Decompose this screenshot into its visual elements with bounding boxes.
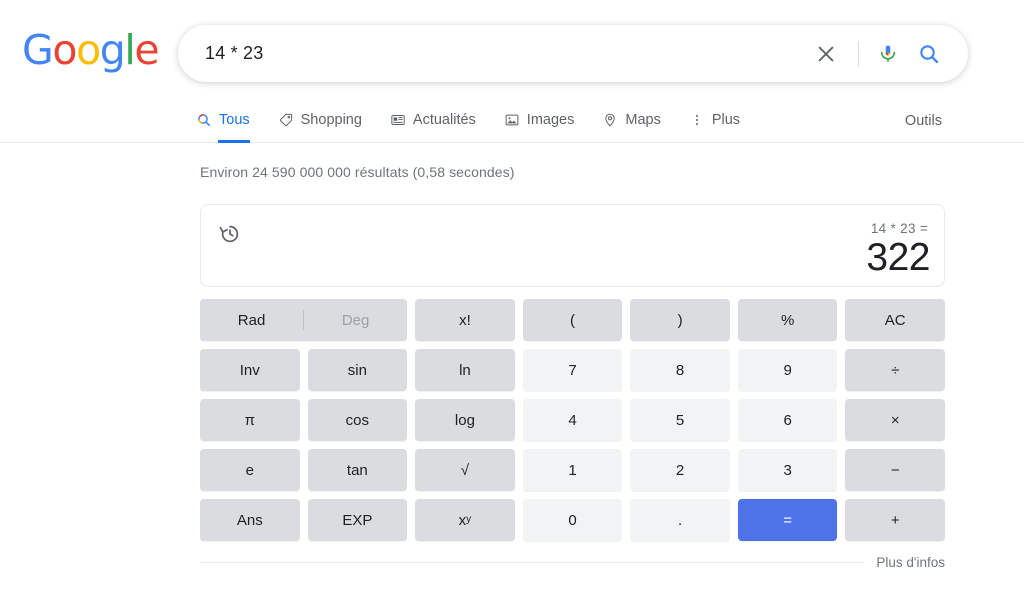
map-pin-icon <box>602 112 618 132</box>
calc-key-ln[interactable]: ln <box>415 349 515 391</box>
news-icon <box>390 112 406 132</box>
calc-key-multiply[interactable]: × <box>845 399 945 441</box>
calc-key-equals[interactable]: = <box>737 499 838 541</box>
calc-key-inv[interactable]: Inv <box>200 349 300 391</box>
calc-key-paren-open[interactable]: ( <box>522 299 623 341</box>
search-nav-bar: Tous Shopping Actualités Images Maps Plu… <box>0 100 1024 143</box>
calc-key-exp[interactable]: EXP <box>307 499 408 541</box>
tools-button[interactable]: Outils <box>905 100 942 143</box>
calc-key-power[interactable]: xy <box>415 499 515 541</box>
mode-deg-option[interactable]: Deg <box>304 299 407 341</box>
calculator-display: 14 * 23 = 322 <box>200 204 945 287</box>
calc-key-ans[interactable]: Ans <box>200 499 300 541</box>
tab-tous[interactable]: Tous <box>196 100 250 143</box>
logo-letter-g: g <box>99 26 126 74</box>
calc-key-0[interactable]: 0 <box>522 499 623 541</box>
calc-key-4[interactable]: 4 <box>522 399 623 441</box>
calc-key-cos[interactable]: cos <box>307 399 408 441</box>
calculator-footer: Plus d'infos <box>200 555 945 570</box>
google-logo[interactable]: Google <box>22 30 160 71</box>
calc-key-3[interactable]: 3 <box>737 449 838 491</box>
logo-letter-e: e <box>134 26 159 74</box>
search-input[interactable]: 14 * 23 <box>179 43 806 64</box>
calc-key-e[interactable]: e <box>200 449 300 491</box>
calc-key-log[interactable]: log <box>415 399 515 441</box>
tab-plus[interactable]: Plus <box>689 100 740 143</box>
tab-label: Tous <box>219 112 250 129</box>
search-icon[interactable] <box>905 34 953 74</box>
tab-label: Images <box>526 112 575 129</box>
calc-key-factorial[interactable]: x! <box>415 299 515 341</box>
tag-icon <box>278 112 294 132</box>
calc-key-pi[interactable]: π <box>200 399 300 441</box>
more-vertical-icon <box>689 112 705 132</box>
tab-images[interactable]: Images <box>504 100 575 143</box>
logo-letter-o2: o <box>76 26 101 74</box>
calc-key-decimal[interactable]: . <box>630 499 730 541</box>
calc-key-percent[interactable]: % <box>737 299 838 341</box>
logo-letter-G: G <box>22 26 54 74</box>
calc-key-1[interactable]: 1 <box>522 449 623 491</box>
tab-label: Maps <box>625 112 661 129</box>
image-icon <box>504 112 520 132</box>
more-info-link[interactable]: Plus d'infos <box>876 555 945 570</box>
tab-shopping[interactable]: Shopping <box>278 100 362 143</box>
calculator-result: 322 <box>866 236 930 279</box>
nav-tabs: Tous Shopping Actualités Images Maps Plu… <box>196 100 768 143</box>
calculator-widget: 14 * 23 = 322 Rad Deg x! ( ) % AC Inv si… <box>200 204 945 570</box>
tab-label: Plus <box>711 112 741 129</box>
calc-key-minus[interactable]: − <box>845 449 945 491</box>
calc-key-7[interactable]: 7 <box>522 349 623 391</box>
calc-key-5[interactable]: 5 <box>630 399 730 441</box>
tab-label: Actualités <box>412 112 476 129</box>
calc-key-ac[interactable]: AC <box>845 299 945 341</box>
calc-key-6[interactable]: 6 <box>737 399 838 441</box>
calc-key-plus[interactable]: + <box>845 499 945 541</box>
logo-letter-o1: o <box>52 26 77 74</box>
microphone-icon[interactable] <box>871 37 905 71</box>
close-icon[interactable] <box>806 34 846 74</box>
calc-key-8[interactable]: 8 <box>630 349 730 391</box>
calculator-keypad: Rad Deg x! ( ) % AC Inv sin ln 7 8 9 ÷ π… <box>200 299 945 541</box>
tab-label: Shopping <box>300 112 362 129</box>
calc-key-2[interactable]: 2 <box>630 449 730 491</box>
calc-key-9[interactable]: 9 <box>737 349 838 391</box>
calc-key-paren-close[interactable]: ) <box>630 299 730 341</box>
tab-actualites[interactable]: Actualités <box>390 100 476 143</box>
footer-divider <box>200 562 865 563</box>
calc-key-sqrt[interactable]: √ <box>415 449 515 491</box>
search-divider <box>858 40 859 67</box>
logo-letter-l: l <box>124 26 135 74</box>
history-icon[interactable] <box>217 221 243 247</box>
tab-maps[interactable]: Maps <box>602 100 661 143</box>
calculator-expression: 14 * 23 = <box>870 221 928 236</box>
calc-key-sin[interactable]: sin <box>307 349 408 391</box>
search-bar[interactable]: 14 * 23 <box>178 25 968 82</box>
angle-mode-toggle[interactable]: Rad Deg <box>200 299 408 341</box>
calc-key-divide[interactable]: ÷ <box>845 349 945 391</box>
power-base: x <box>458 511 467 529</box>
google-search-page: Google 14 * 23 Tous Shopping Actualités … <box>0 0 1024 612</box>
search-icon <box>196 112 212 132</box>
calc-key-tan[interactable]: tan <box>307 449 408 491</box>
header: Google 14 * 23 <box>0 0 1024 100</box>
result-stats: Environ 24 590 000 000 résultats (0,58 s… <box>200 164 515 180</box>
mode-rad-option[interactable]: Rad <box>200 299 303 341</box>
